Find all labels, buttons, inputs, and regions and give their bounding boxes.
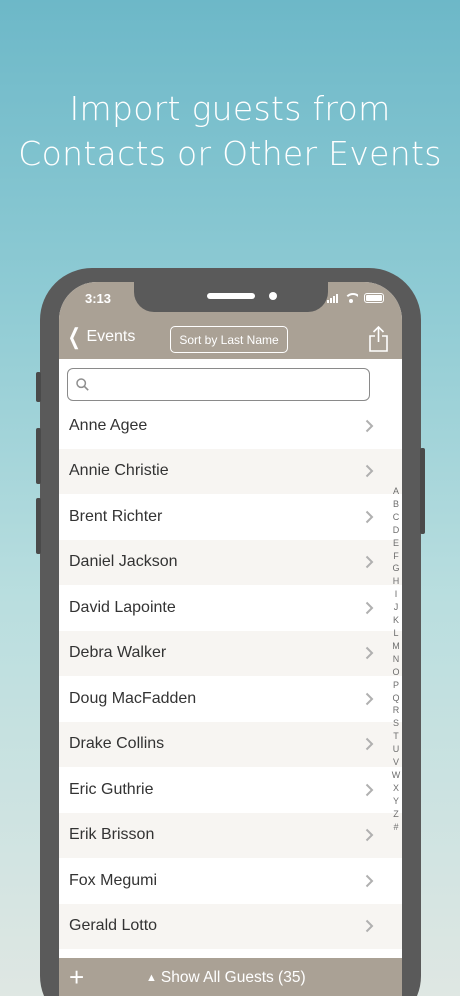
back-button-label: Events — [86, 328, 136, 345]
volume-down-button — [36, 498, 41, 554]
guest-name: Gerald Lotto — [69, 917, 158, 935]
headline-line-2: Contacts or Other Events — [18, 134, 442, 173]
index-letter[interactable]: Q — [392, 692, 399, 705]
index-letter[interactable]: F — [393, 550, 399, 563]
chevron-right-icon — [365, 601, 374, 614]
list-item[interactable]: Debra Walker — [59, 630, 402, 676]
list-item[interactable]: Anne Agee — [59, 403, 402, 449]
list-item[interactable]: Drake Collins — [59, 721, 402, 767]
chevron-right-icon — [365, 874, 374, 887]
index-letter[interactable]: D — [393, 524, 400, 537]
index-letter[interactable]: H — [393, 575, 400, 588]
chevron-right-icon — [365, 829, 374, 842]
headline: Import guests from Contacts or Other Eve… — [0, 86, 460, 176]
index-letter[interactable]: G — [392, 562, 399, 575]
speaker — [207, 293, 255, 299]
index-letter[interactable]: B — [393, 498, 399, 511]
list-item[interactable]: Gerald Lotto — [59, 903, 402, 949]
status-time: 3:13 — [85, 291, 112, 306]
index-letter[interactable]: V — [393, 756, 399, 769]
wifi-icon — [344, 293, 358, 303]
chevron-right-icon — [365, 738, 374, 751]
guest-name: Anne Agee — [69, 416, 148, 434]
navigation-bar: 3:13 ❮ Events Sort by Last Name — [59, 282, 402, 359]
search-input[interactable] — [67, 368, 370, 401]
chevron-right-icon — [365, 510, 374, 523]
index-letter[interactable]: J — [394, 601, 399, 614]
index-letter[interactable]: S — [393, 717, 399, 730]
camera — [269, 292, 277, 300]
list-item[interactable]: Annie Christie — [59, 448, 402, 494]
guest-name: Debra Walker — [69, 644, 167, 662]
index-letter[interactable]: N — [393, 653, 400, 666]
index-letter[interactable]: K — [393, 614, 399, 627]
triangle-up-icon: ▲ — [146, 972, 157, 984]
list-item[interactable]: Daniel Jackson — [59, 539, 402, 585]
list-item[interactable]: David Lapointe — [59, 585, 402, 631]
back-button[interactable]: ❮ Events — [65, 324, 136, 349]
guest-list: Anne Agee Annie Christie Brent Richter D… — [59, 403, 402, 949]
headline-line-1: Import guests from — [69, 89, 391, 128]
list-item[interactable]: Eric Guthrie — [59, 767, 402, 813]
battery-icon — [364, 293, 384, 303]
signal-icon — [327, 293, 338, 303]
index-letter[interactable]: W — [392, 769, 401, 782]
show-all-guests-button[interactable]: ▲ Show All Guests (35) — [146, 969, 306, 987]
list-item[interactable]: Brent Richter — [59, 494, 402, 540]
bottom-toolbar: + ▲ Show All Guests (35) — [59, 958, 402, 996]
section-index[interactable]: A B C D E F G H I J K L M N O P Q R S T … — [391, 485, 401, 833]
guest-name: David Lapointe — [69, 598, 176, 616]
guest-name: Doug MacFadden — [69, 689, 197, 707]
guest-name: Fox Megumi — [69, 871, 158, 889]
list-item[interactable]: Doug MacFadden — [59, 676, 402, 722]
chevron-right-icon — [365, 465, 374, 478]
sort-button[interactable]: Sort by Last Name — [170, 326, 288, 353]
show-all-guests-label: Show All Guests (35) — [160, 969, 306, 986]
index-letter[interactable]: X — [393, 782, 399, 795]
index-letter[interactable]: # — [393, 821, 398, 834]
index-letter[interactable]: Z — [393, 808, 399, 821]
index-letter[interactable]: T — [393, 730, 399, 743]
guest-name: Brent Richter — [69, 507, 163, 525]
index-letter[interactable]: E — [393, 537, 399, 550]
index-letter[interactable]: U — [393, 743, 400, 756]
guest-name: Erik Brisson — [69, 826, 155, 844]
index-letter[interactable]: O — [392, 666, 399, 679]
phone-screen: 3:13 ❮ Events Sort by Last Name Anne Age… — [59, 282, 402, 996]
index-letter[interactable]: Y — [393, 795, 399, 808]
chevron-left-icon: ❮ — [67, 324, 81, 349]
guest-name: Eric Guthrie — [69, 780, 154, 798]
chevron-right-icon — [365, 647, 374, 660]
chevron-right-icon — [365, 692, 374, 705]
index-letter[interactable]: I — [395, 588, 398, 601]
search-icon — [76, 378, 89, 391]
guest-name: Daniel Jackson — [69, 553, 178, 571]
index-letter[interactable]: R — [393, 704, 400, 717]
add-guest-button[interactable]: + — [69, 964, 84, 990]
power-button — [420, 448, 425, 534]
index-letter[interactable]: L — [393, 627, 398, 640]
index-letter[interactable]: M — [392, 640, 400, 653]
notch — [134, 282, 328, 312]
chevron-right-icon — [365, 783, 374, 796]
guest-name: Drake Collins — [69, 735, 165, 753]
chevron-right-icon — [365, 419, 374, 432]
status-icons — [327, 292, 384, 304]
mute-switch — [36, 372, 41, 402]
list-item[interactable]: Fox Megumi — [59, 858, 402, 904]
chevron-right-icon — [365, 920, 374, 933]
list-item[interactable]: Erik Brisson — [59, 812, 402, 858]
chevron-right-icon — [365, 556, 374, 569]
index-letter[interactable]: C — [393, 511, 400, 524]
volume-up-button — [36, 428, 41, 484]
index-letter[interactable]: A — [393, 485, 399, 498]
share-icon[interactable] — [369, 326, 388, 352]
guest-name: Annie Christie — [69, 462, 169, 480]
index-letter[interactable]: P — [393, 679, 399, 692]
